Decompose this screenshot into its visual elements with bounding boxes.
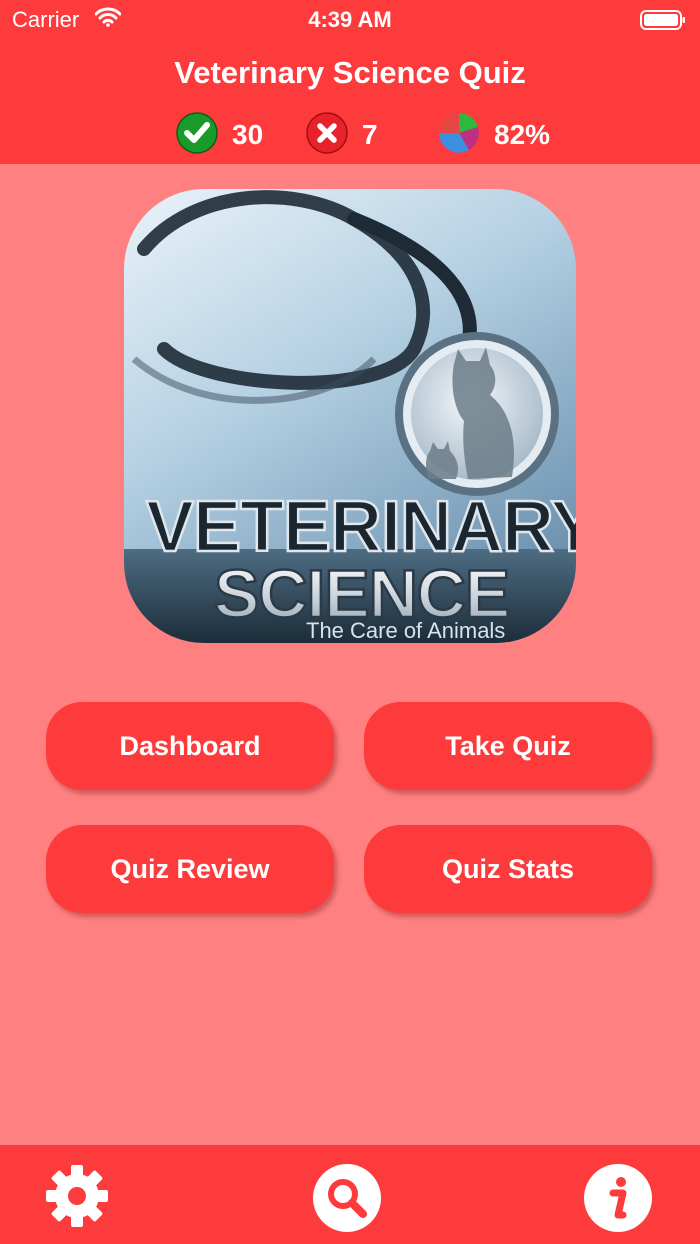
score-percent: 82%: [494, 119, 551, 150]
correct-stat: 30: [176, 111, 264, 159]
top-bar: Carrier 4:39 AM Veterinary Science Quiz: [0, 0, 700, 164]
cross-icon: [306, 111, 348, 159]
info-icon[interactable]: [583, 1163, 653, 1238]
logo-tagline: The Care of Animals: [306, 618, 505, 643]
correct-count: 30: [232, 119, 264, 150]
take-quiz-button[interactable]: Take Quiz: [364, 702, 652, 790]
page-title: Veterinary Science Quiz: [174, 55, 526, 90]
battery-icon: [640, 10, 686, 35]
logo-line1: VETERINARY: [146, 487, 576, 567]
search-icon[interactable]: [312, 1163, 382, 1238]
score-summary: 30 7 82%: [0, 111, 700, 160]
percent-stat: 82%: [438, 112, 550, 158]
clock: 4:39 AM: [308, 7, 392, 32]
bottom-toolbar: [0, 1145, 700, 1244]
gear-icon[interactable]: [44, 1163, 110, 1234]
dashboard-button[interactable]: Dashboard: [46, 702, 334, 790]
quiz-stats-button[interactable]: Quiz Stats: [364, 825, 652, 913]
pie-chart-icon: [438, 112, 480, 159]
wrong-count: 7: [362, 119, 378, 150]
quiz-review-button[interactable]: Quiz Review: [46, 825, 334, 913]
app-logo: VETERINARY SCIENCE The Care of Animals: [124, 189, 576, 643]
check-icon: [176, 111, 218, 159]
wrong-stat: 7: [306, 111, 378, 159]
status-bar: Carrier 4:39 AM: [0, 0, 700, 40]
